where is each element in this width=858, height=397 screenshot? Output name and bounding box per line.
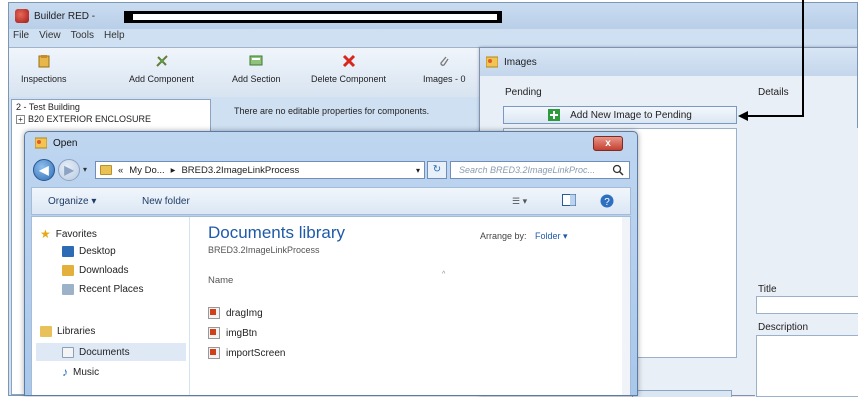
title-label: Title [758,284,777,295]
search-input[interactable]: Search BRED3.2ImageLinkProc... [450,161,630,179]
details-label: Details [758,87,789,98]
nav-documents[interactable]: Documents [36,343,186,361]
images-window-icon [486,56,498,68]
recent-places-icon [62,284,74,295]
refresh-icon[interactable]: ↻ [427,161,447,179]
dialog-content: ★ Favorites Desktop Downloads Recent Pla… [31,216,631,395]
menu-view[interactable]: View [39,30,61,44]
library-path: BRED3.2ImageLinkProcess [208,245,320,255]
file-item[interactable]: importScreen [208,347,285,359]
breadcrumb-current[interactable]: BRED3.2ImageLinkProcess [181,165,299,176]
svg-text:?: ? [604,197,610,208]
add-component-button[interactable]: Add Component [129,54,194,84]
back-icon[interactable]: ◀ [33,159,55,181]
image-file-icon [208,307,220,319]
add-component-icon [155,55,168,67]
description-field[interactable] [756,335,858,397]
add-icon [548,109,561,121]
scrollbar[interactable] [622,217,630,395]
column-header-name[interactable]: Name [208,275,233,286]
menu-tools[interactable]: Tools [71,30,94,44]
navigation-pane: ★ Favorites Desktop Downloads Recent Pla… [32,217,190,395]
nav-favorites[interactable]: ★ Favorites [40,227,97,241]
nav-recent-places[interactable]: Recent Places [62,284,143,295]
open-titlebar: Open [25,132,637,154]
menu-help[interactable]: Help [104,30,125,44]
libraries-icon [40,326,52,337]
delete-component-button[interactable]: Delete Component [311,54,386,84]
menu-file[interactable]: File [13,30,29,44]
documents-icon [62,346,74,358]
paperclip-icon [440,56,449,66]
preview-pane-icon[interactable] [562,194,576,209]
address-bar[interactable]: « My Do... ▸ BRED3.2ImageLinkProcess ▾ [95,161,425,179]
desktop-icon [62,246,74,257]
help-icon[interactable]: ? [600,194,614,211]
add-new-image-button[interactable]: Add New Image to Pending [503,106,737,124]
folder-icon [100,165,112,175]
images-button[interactable]: Images - 0 [423,54,466,84]
arrange-by: Arrange by: Folder ▾ [480,231,568,241]
open-title: Open [53,137,78,149]
library-title: Documents library [208,223,345,242]
nav-downloads[interactable]: Downloads [62,265,128,276]
nav-libraries[interactable]: Libraries [40,326,95,337]
add-section-button[interactable]: Add Section [232,54,281,84]
sort-indicator-icon: ^ [442,271,446,278]
breadcrumb-parent[interactable]: My Do... [129,165,164,176]
forward-icon[interactable]: ▶ [58,159,80,181]
image-file-icon [208,347,220,359]
delete-icon [342,54,355,68]
expand-icon[interactable]: + [16,115,25,124]
search-icon [612,164,624,176]
star-icon: ★ [40,227,51,241]
description-label: Description [758,322,809,333]
recent-dropdown-icon[interactable]: ▾ [83,165,87,174]
image-file-icon [208,327,220,339]
downloads-icon [62,265,74,276]
app-title: Builder RED - [34,10,96,22]
app-logo-icon [15,9,29,23]
file-item[interactable]: imgBtn [208,327,257,339]
tree-item-b20[interactable]: + B20 EXTERIOR ENCLOSURE [16,114,151,124]
inspections-button[interactable]: Inspections [21,54,67,84]
inspections-icon [38,55,50,68]
title-field[interactable] [756,296,858,314]
command-bar: Organize ▾ New folder ☰ ▾ ? [31,187,631,215]
images-title: Images [504,56,537,68]
organize-button[interactable]: Organize ▾ [48,196,96,207]
properties-message: There are no editable properties for com… [234,106,430,116]
redacted-title-bar [124,11,502,23]
nav-desktop[interactable]: Desktop [62,246,116,257]
arrange-by-dropdown[interactable]: Folder ▾ [535,231,568,241]
new-folder-button[interactable]: New folder [142,196,190,207]
nav-music[interactable]: ♪ Music [62,365,99,379]
file-item[interactable]: dragImg [208,307,263,319]
toolbar: Inspections Add Component Add Section De… [9,47,479,97]
pending-label: Pending [505,87,542,98]
open-window-icon [35,137,47,149]
navigation-row: ◀ ▶ ▾ « My Do... ▸ BRED3.2ImageLinkProce… [31,157,631,183]
menu-bar: File View Tools Help [9,30,857,44]
view-options-icon[interactable]: ☰ ▾ [512,196,527,207]
address-dropdown-icon[interactable]: ▾ [416,166,420,175]
music-icon: ♪ [62,365,68,379]
add-section-icon [249,55,263,66]
images-titlebar: Images [480,48,857,76]
close-button[interactable]: x [593,136,623,151]
open-dialog: Open x ◀ ▶ ▾ « My Do... ▸ BRED3.2ImageLi… [24,131,638,396]
tree-item-building[interactable]: 2 - Test Building [16,102,80,112]
